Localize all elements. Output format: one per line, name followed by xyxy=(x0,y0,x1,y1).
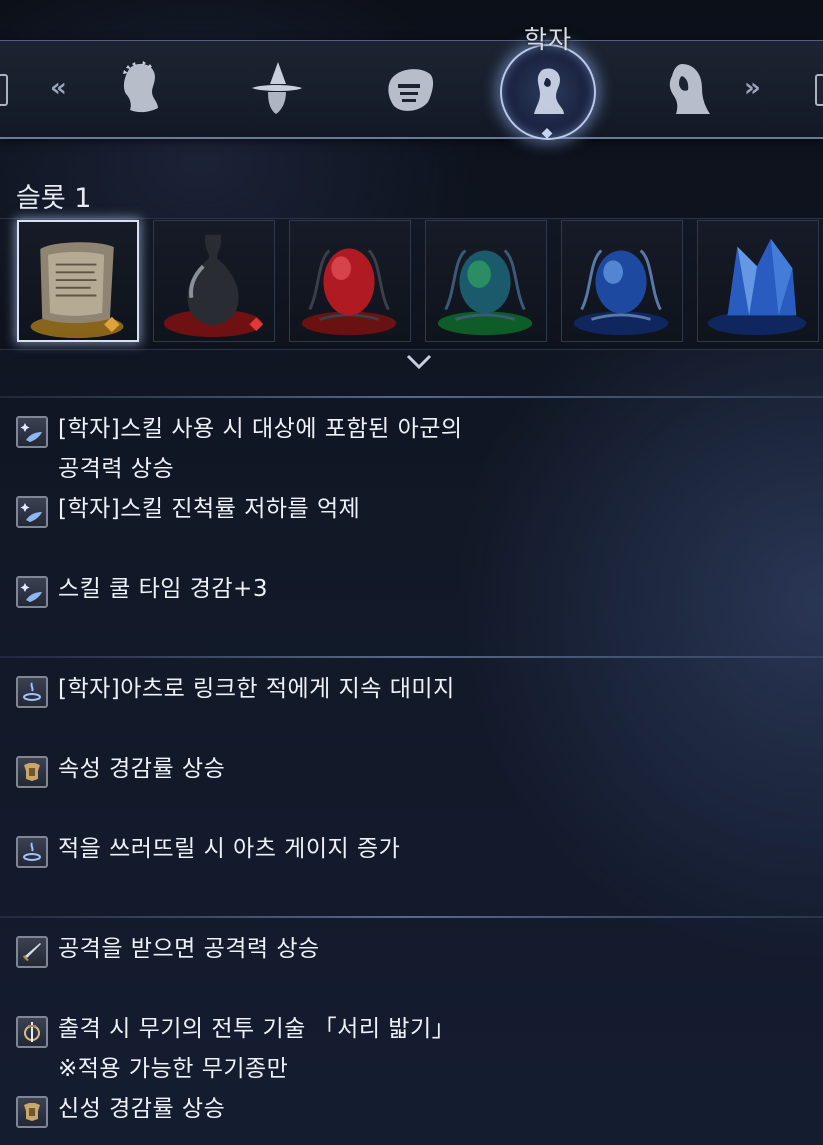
effect-text-line: 스킬 쿨 타임 경감+3 xyxy=(58,576,268,602)
blue-crystal-relic-icon xyxy=(707,238,807,336)
vase-relic-icon xyxy=(163,234,264,338)
effects-divider-1 xyxy=(0,656,823,658)
relic-slot-6[interactable] xyxy=(697,220,819,342)
slot-label: 슬롯 1 xyxy=(16,183,92,214)
selected-marker-icon: ◆ xyxy=(541,125,553,141)
effect-text-line: [학자]스킬 사용 시 대상에 포함된 아군의 xyxy=(58,416,463,442)
hooded-figure-icon[interactable] xyxy=(646,52,722,128)
effect-row: 공격을 받으면 공격력 상승 xyxy=(16,934,320,969)
witch-hat-figure-icon[interactable] xyxy=(238,52,314,128)
effect-row: 신성 경감률 상승 xyxy=(16,1094,225,1129)
expand-chevron-icon[interactable] xyxy=(405,352,433,372)
effect-text-line: [학자]스킬 진척률 저하를 억제 xyxy=(58,496,361,522)
scroll-relic-icon xyxy=(30,242,124,339)
relic-slot-1[interactable] xyxy=(17,220,139,342)
effect-text-line: 공격을 받으면 공격력 상승 xyxy=(58,936,320,962)
masked-figure-icon[interactable] xyxy=(372,52,448,128)
sword-icon xyxy=(16,936,48,968)
effect-row: 적을 쓰러뜨릴 시 아츠 게이지 증가 xyxy=(16,834,400,869)
effect-text-line: 공격력 상승 xyxy=(58,456,175,482)
effect-text-line: 속성 경감률 상승 xyxy=(58,756,226,782)
selected-class-title: 학자 xyxy=(523,25,572,54)
effect-row: [학자]아츠로 링크한 적에게 지속 대미지 xyxy=(16,674,455,709)
effect-text-line: 출격 시 무기의 전투 기술 「서리 밟기」 xyxy=(58,1016,456,1042)
effect-text-line: 적을 쓰러뜨릴 시 아츠 게이지 증가 xyxy=(58,836,401,862)
armor-icon xyxy=(16,1096,48,1128)
left-edge-button[interactable] xyxy=(0,74,8,106)
effect-row: [학자]스킬 사용 시 대상에 포함된 아군의 공격력 상승 xyxy=(16,414,463,489)
effects-divider-top xyxy=(0,396,823,398)
effect-text-line: 신성 경감률 상승 xyxy=(58,1096,226,1122)
relic-slot-2[interactable] xyxy=(153,220,275,342)
effect-row: 속성 경감률 상승 xyxy=(16,754,225,789)
skill-sparkle-icon xyxy=(16,496,48,528)
effect-text-line: ※적용 가능한 무기종만 xyxy=(58,1056,289,1082)
effect-row: 출격 시 무기의 전투 기술 「서리 밟기」 ※적용 가능한 무기종만 xyxy=(16,1014,455,1089)
relic-slot-4[interactable] xyxy=(425,220,547,342)
arts-gauge-icon xyxy=(16,676,48,708)
next-class-chevron-icon[interactable]: » xyxy=(744,72,761,104)
armor-icon xyxy=(16,756,48,788)
relic-slot-3[interactable] xyxy=(289,220,411,342)
arts-gauge-icon xyxy=(16,836,48,868)
effects-divider-2 xyxy=(0,916,823,918)
effect-row: [학자]스킬 진척률 저하를 억제 xyxy=(16,494,360,529)
skill-sparkle-icon xyxy=(16,576,48,608)
green-egg-relic-icon xyxy=(437,249,533,336)
red-egg-relic-icon xyxy=(301,248,397,336)
effect-text-line: [학자]아츠로 링크한 적에게 지속 대미지 xyxy=(58,676,455,702)
skill-sparkle-icon xyxy=(16,416,48,448)
prev-class-chevron-icon[interactable]: « xyxy=(50,72,67,104)
right-edge-button[interactable] xyxy=(815,74,823,106)
laurel-figure-icon[interactable] xyxy=(102,52,178,128)
relic-slot-5[interactable] xyxy=(561,220,683,342)
weapon-skill-icon xyxy=(16,1016,48,1048)
effect-row: 스킬 쿨 타임 경감+3 xyxy=(16,574,268,609)
blue-egg-relic-icon xyxy=(573,249,669,336)
